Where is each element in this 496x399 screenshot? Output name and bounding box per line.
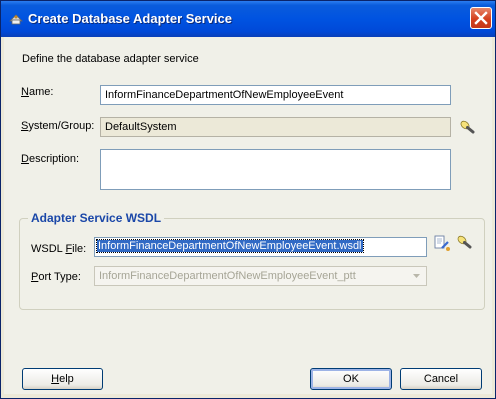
wsdl-file-value: InformFinanceDepartmentOfNewEmployeeEven… — [96, 239, 364, 253]
wsdl-file-field[interactable]: InformFinanceDepartmentOfNewEmployeeEven… — [94, 237, 427, 257]
chevron-down-icon — [413, 274, 420, 278]
flashlight-icon[interactable] — [456, 234, 474, 252]
adapter-service-wsdl-group — [19, 218, 485, 310]
system-group-label: System/Group: — [21, 120, 95, 132]
port-type-select: InformFinanceDepartmentOfNewEmployeeEven… — [94, 266, 427, 286]
port-type-label: Port Type: — [31, 271, 81, 283]
description-field[interactable] — [100, 149, 451, 190]
dialog-heading: Define the database adapter service — [22, 53, 199, 65]
wsdl-edit-icon[interactable] — [433, 234, 451, 252]
cancel-button[interactable]: Cancel — [400, 368, 482, 390]
flashlight-icon[interactable] — [459, 119, 477, 137]
ok-button[interactable]: OK — [310, 368, 392, 390]
wsdl-file-label: WSDL File: — [31, 243, 87, 255]
adapter-service-wsdl-title: Adapter Service WSDL — [28, 211, 165, 225]
title-bar[interactable]: Create Database Adapter Service — [1, 1, 495, 37]
system-group-field: DefaultSystem — [100, 117, 451, 137]
database-adapter-icon — [9, 14, 23, 25]
name-label: Name: — [21, 86, 54, 98]
close-icon — [474, 11, 488, 25]
close-button[interactable] — [470, 7, 492, 29]
dialog-window: Create Database Adapter Service Define t… — [0, 0, 496, 399]
port-type-value: InformFinanceDepartmentOfNewEmployeeEven… — [99, 270, 356, 282]
dialog-body: Define the database adapter service Name… — [4, 37, 492, 394]
help-button[interactable]: Help — [22, 368, 103, 390]
description-label: Description: — [21, 153, 80, 165]
window-title: Create Database Adapter Service — [28, 11, 233, 26]
name-field[interactable]: InformFinanceDepartmentOfNewEmployeeEven… — [100, 85, 451, 105]
